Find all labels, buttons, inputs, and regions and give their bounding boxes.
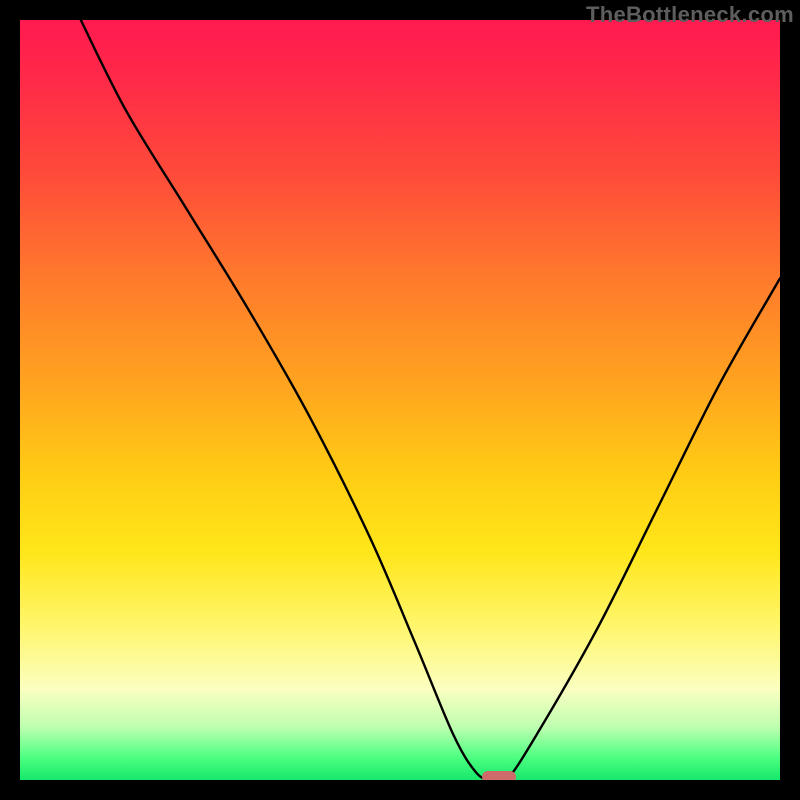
optimal-marker bbox=[482, 771, 516, 780]
plot-area bbox=[20, 20, 780, 780]
chart-frame: TheBottleneck.com bbox=[0, 0, 800, 800]
watermark-text: TheBottleneck.com bbox=[586, 2, 794, 28]
bottleneck-curve bbox=[20, 20, 780, 780]
